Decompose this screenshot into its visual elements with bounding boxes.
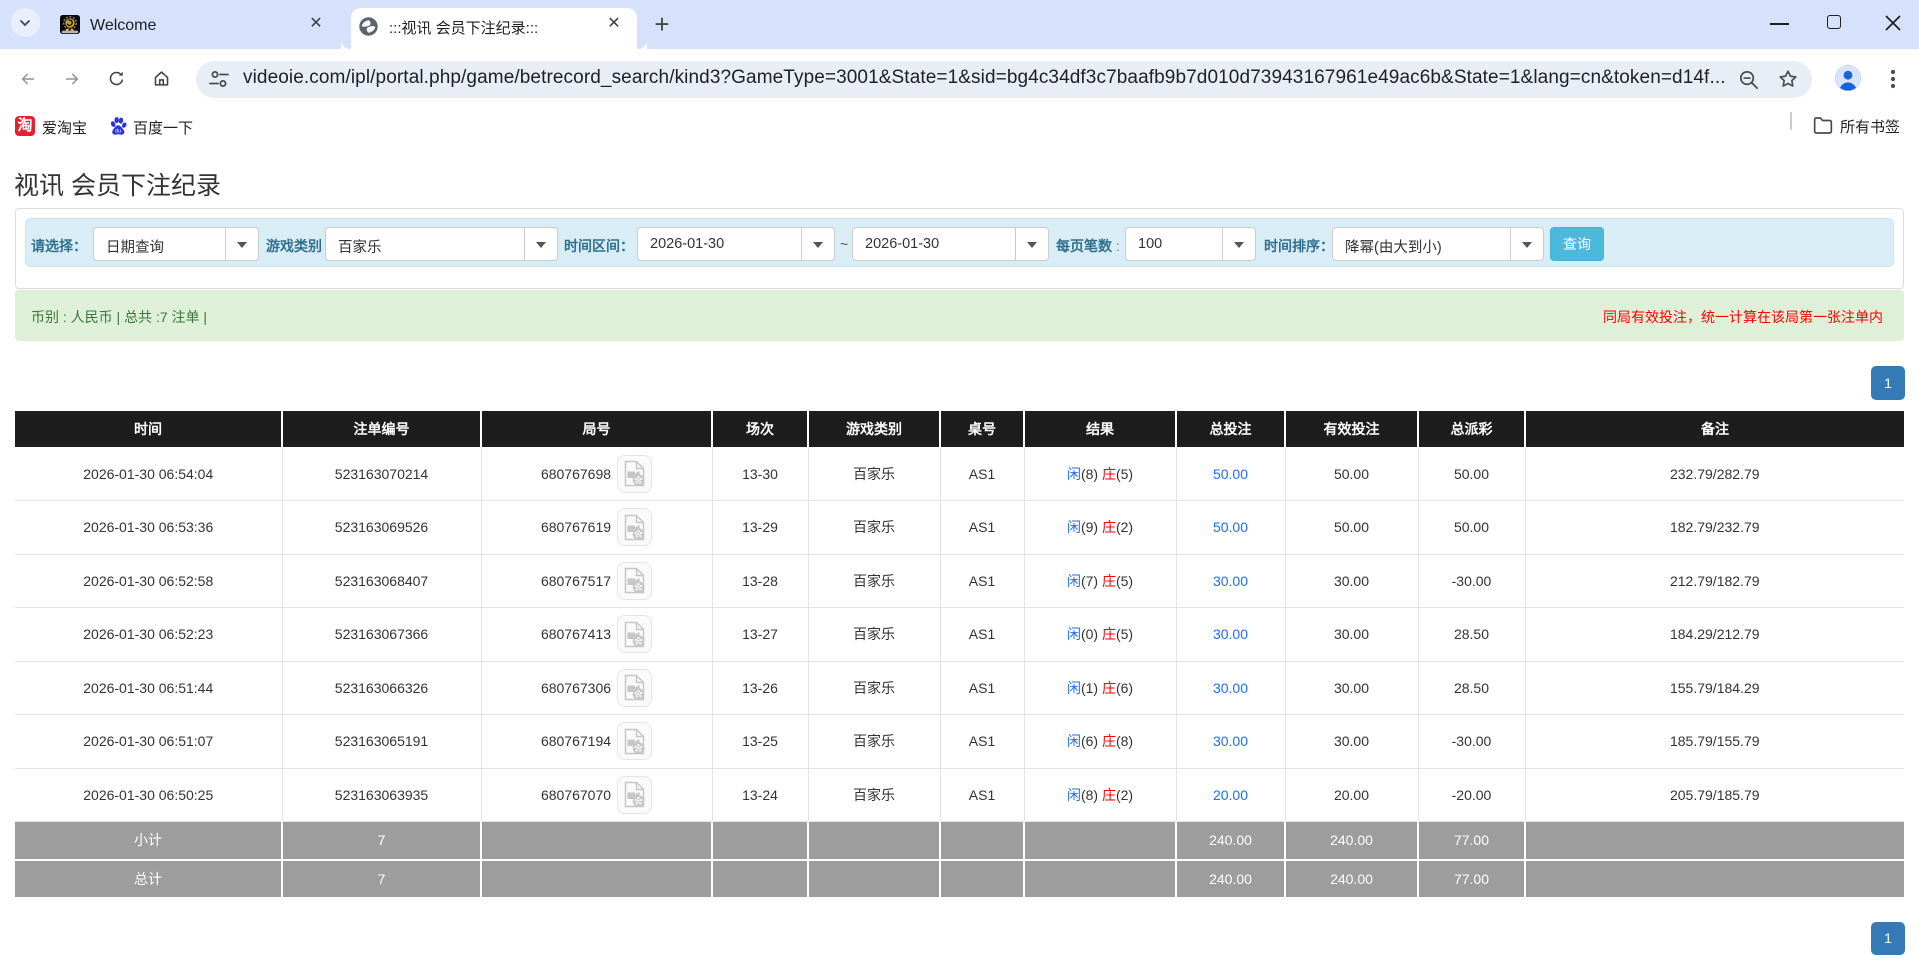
svg-text:du: du <box>115 128 121 134</box>
